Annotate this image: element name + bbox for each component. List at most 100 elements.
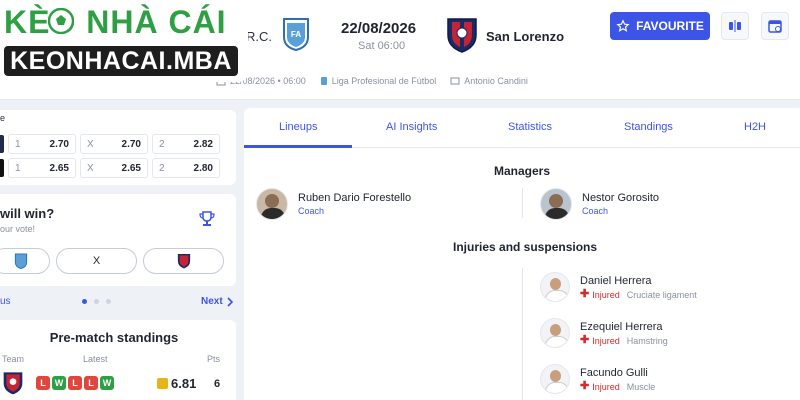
bookmaker-marker <box>0 159 4 177</box>
injured-player[interactable]: Daniel Herrera ✚ Injured Cruciate ligame… <box>540 272 697 302</box>
favourite-label: FAVOURITE <box>636 19 704 33</box>
injury-status: ✚ Injured Muscle <box>580 381 656 392</box>
calendar-button[interactable] <box>761 12 789 40</box>
manager-role: Coach <box>298 206 325 216</box>
odds-panel: e 1 2.70 X 2.70 2 2.82 1 2.65 X 2.65 2 2.80 <box>0 110 236 185</box>
soccer-ball-icon <box>48 8 74 34</box>
odds-heading: e <box>0 113 6 123</box>
active-tab-indicator <box>244 145 352 148</box>
odd-value: 2.80 <box>193 162 213 174</box>
injuries-title: Injuries and suspensions <box>453 240 598 254</box>
home-manager[interactable]: Ruben Dario Forestello Coach <box>256 188 411 220</box>
manager-name: Nestor Gorosito <box>582 192 660 204</box>
match-meta: 22/08/2026 • 06:00 Liga Profesional de F… <box>216 76 528 86</box>
rating-badge-icon <box>157 378 168 389</box>
home-team-crest-icon[interactable]: FA <box>282 17 310 51</box>
next-label: Next <box>201 296 223 307</box>
vote-panel: will win? our vote! X <box>0 194 236 286</box>
logo-domain: KEONHACAI.MBA <box>4 46 238 76</box>
odd-key: 1 <box>15 162 21 174</box>
manager-role: Coach <box>582 206 609 216</box>
tab-ai-insights[interactable]: AI Insights <box>386 121 437 133</box>
odd-home[interactable]: 1 2.70 <box>8 134 76 154</box>
compare-button[interactable] <box>721 12 749 40</box>
team-rating: 6.81 <box>157 376 196 391</box>
vote-subtitle: our vote! <box>0 224 36 234</box>
col-latest: Latest <box>83 354 108 364</box>
carousel-pager: us Next <box>0 292 236 312</box>
odd-key: 2 <box>159 162 165 174</box>
col-team: Team <box>2 354 25 364</box>
injury-cross-icon: ✚ <box>580 288 590 300</box>
calendar-icon <box>768 20 782 33</box>
tab-standings[interactable]: Standings <box>624 121 673 133</box>
managers-title: Managers <box>494 164 551 178</box>
player-name: Ezequiel Herrera <box>580 320 663 333</box>
form-guide: LWLLW <box>36 376 114 390</box>
site-logo[interactable]: KÈO NHÀ CÁI KEONHACAI.MBA <box>0 0 248 82</box>
rating-value: 6.81 <box>171 376 197 391</box>
injury-status: ✚ Injured Cruciate ligament <box>580 288 697 300</box>
odd-away[interactable]: 2 2.80 <box>152 158 220 178</box>
tab-bar: Lineups AI Insights Statistics Standings… <box>244 108 800 148</box>
away-team-crest-icon[interactable] <box>446 17 478 53</box>
standings-title: Pre-match standings <box>49 330 179 345</box>
vote-draw-button[interactable]: X <box>56 248 137 274</box>
standings-panel: Pre-match standings Team Latest Pts LWLL… <box>0 320 236 400</box>
injured-player[interactable]: Ezequiel Herrera ✚ Injured Hamstring <box>540 318 668 348</box>
previous-button[interactable]: us <box>0 296 11 307</box>
bookmaker-marker <box>0 135 4 153</box>
logo-title: KÈO NHÀ CÁI <box>4 4 227 41</box>
vote-home-button[interactable] <box>0 248 50 274</box>
odd-key: 2 <box>159 138 165 150</box>
col-pts: Pts <box>207 354 221 364</box>
form-result-badge: W <box>52 376 66 390</box>
odd-draw[interactable]: X 2.70 <box>80 134 148 154</box>
pager-dot[interactable] <box>94 299 99 304</box>
meta-league[interactable]: Liga Profesional de Fútbol <box>320 76 437 86</box>
pager-dot[interactable] <box>82 299 87 304</box>
odd-draw[interactable]: X 2.65 <box>80 158 148 178</box>
player-avatar <box>540 364 570 394</box>
favourite-button[interactable]: FAVOURITE <box>610 12 710 40</box>
tab-h2h[interactable]: H2H <box>744 121 766 133</box>
injury-status: ✚ Injured Hamstring <box>580 335 668 346</box>
odd-key: X <box>87 138 94 150</box>
team-points: 6 <box>214 378 221 390</box>
odd-value: 2.65 <box>49 162 69 174</box>
pager-dot[interactable] <box>106 299 111 304</box>
next-button[interactable]: Next <box>201 296 234 307</box>
meta-referee: Antonio Candini <box>450 76 528 86</box>
injured-player[interactable]: Facundo Gulli ✚ Injured Muscle <box>540 364 655 394</box>
vote-away-button[interactable] <box>143 248 224 274</box>
tab-lineups[interactable]: Lineups <box>279 121 318 133</box>
form-result-badge: L <box>36 376 50 390</box>
tab-statistics[interactable]: Statistics <box>508 121 552 133</box>
odds-row: 1 2.70 X 2.70 2 2.82 <box>0 134 220 154</box>
meta-league-text: Liga Profesional de Fútbol <box>331 76 437 86</box>
odd-home[interactable]: 1 2.65 <box>8 158 76 178</box>
referee-icon <box>450 77 460 85</box>
away-team-name[interactable]: San Lorenzo <box>486 29 564 44</box>
chevron-right-icon <box>227 296 233 307</box>
match-time: Sat 06:00 <box>358 40 406 52</box>
vote-draw-label: X <box>92 255 101 267</box>
odd-key: 1 <box>15 138 21 150</box>
match-date: 22/08/2026 <box>341 20 417 37</box>
star-icon <box>616 19 630 32</box>
home-team-name[interactable]: R.C. <box>246 29 272 44</box>
league-icon <box>320 77 327 85</box>
odd-value: 2.82 <box>193 138 213 150</box>
odd-away[interactable]: 2 2.82 <box>152 134 220 154</box>
away-team-crest-icon <box>177 254 190 269</box>
player-name: Daniel Herrera <box>580 274 652 287</box>
player-name: Facundo Gulli <box>580 366 648 379</box>
away-team-crest-icon[interactable] <box>2 371 24 395</box>
compare-icon <box>729 20 741 32</box>
injury-label: Injured <box>592 335 620 346</box>
meta-referee-text: Antonio Candini <box>464 76 528 86</box>
odd-value: 2.65 <box>121 162 141 174</box>
away-manager[interactable]: Nestor Gorosito Coach <box>540 188 659 220</box>
injury-reason: Muscle <box>626 381 656 392</box>
injury-label: Injured <box>592 289 620 300</box>
